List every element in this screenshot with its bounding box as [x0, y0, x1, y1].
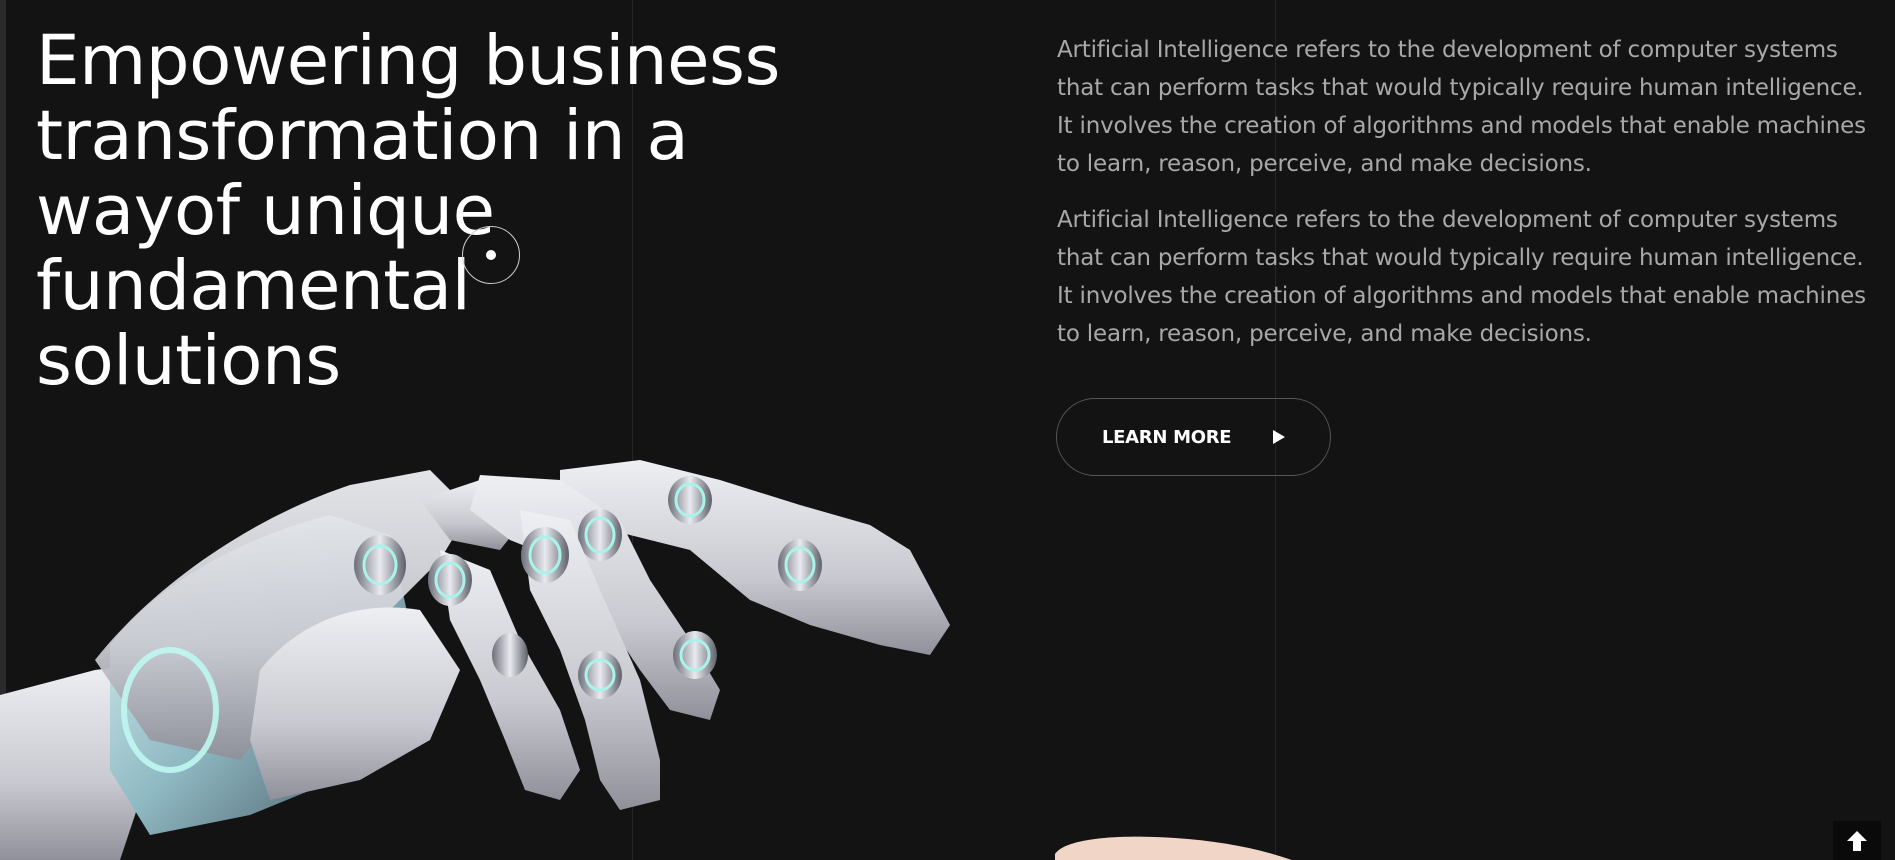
headline-line: wayof unique	[36, 171, 495, 251]
play-arrow-icon	[1273, 430, 1285, 444]
custom-cursor-dot	[486, 250, 496, 260]
headline-line: transformation in a	[36, 96, 689, 176]
headline-line: Empowering business	[36, 21, 780, 101]
hero-description: Artificial Intelligence refers to the de…	[1057, 37, 1866, 177]
robot-hand-image	[0, 460, 950, 860]
hero-description: Artificial Intelligence refers to the de…	[1057, 207, 1866, 347]
learn-more-label: LEARN MORE	[1102, 426, 1232, 448]
hero-section: Empowering business transformation in a …	[0, 0, 1895, 860]
scroll-to-top-button[interactable]	[1833, 821, 1881, 860]
headline-line: solutions	[36, 321, 341, 401]
human-finger-image	[1055, 836, 1292, 860]
arrow-up-icon	[1847, 830, 1867, 851]
hero-headline: Empowering business transformation in a …	[36, 24, 836, 399]
headline-line: fundamental	[36, 246, 471, 326]
learn-more-button[interactable]: LEARN MORE	[1056, 398, 1331, 476]
